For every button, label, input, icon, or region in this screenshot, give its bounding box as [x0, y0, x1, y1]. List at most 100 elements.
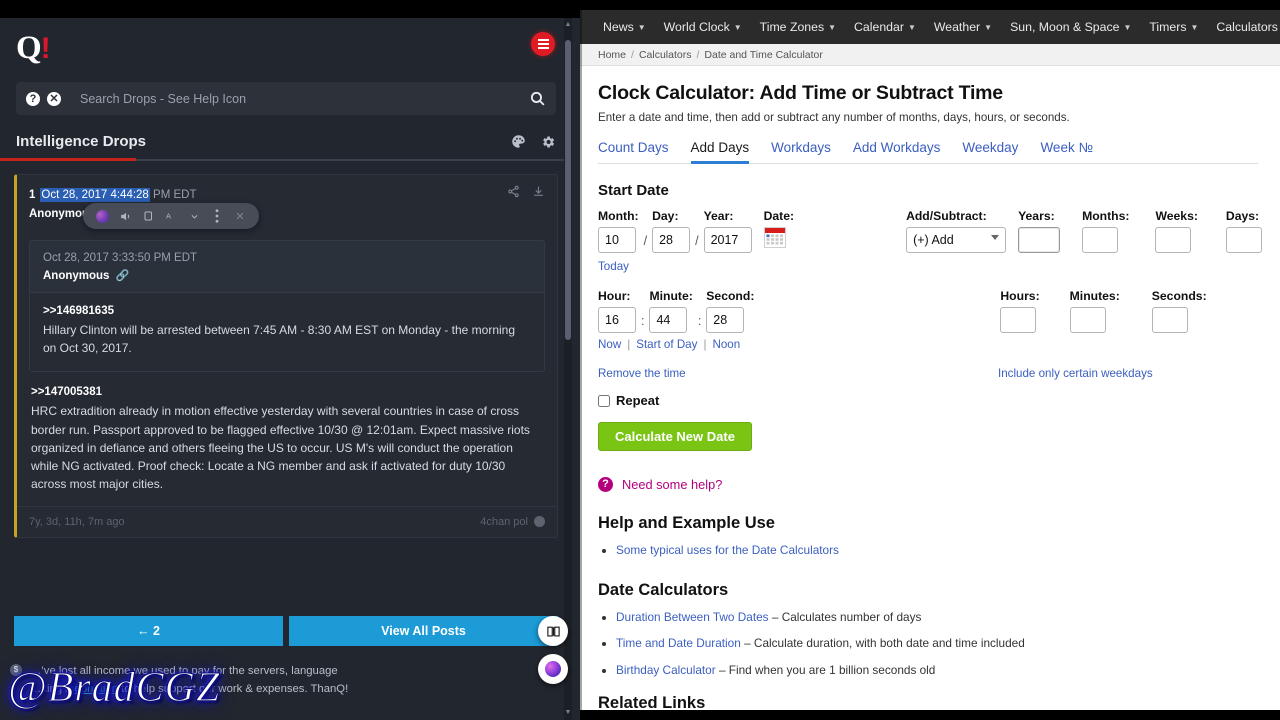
link-separator: |: [703, 338, 707, 351]
hours-input[interactable]: [1000, 307, 1037, 333]
search-bar[interactable]: ? ✕: [16, 82, 556, 115]
breadcrumb-separator: /: [696, 48, 700, 61]
view-all-posts-button[interactable]: View All Posts: [289, 616, 558, 646]
scrollbar-thumb[interactable]: [565, 40, 571, 340]
chevron-down-icon[interactable]: [184, 206, 204, 226]
years-input[interactable]: [1018, 227, 1061, 253]
more-vertical-icon[interactable]: [207, 206, 227, 226]
help-heading: Help and Example Use: [598, 514, 775, 532]
book-icon[interactable]: [538, 616, 568, 646]
days-label: Days:: [1225, 209, 1260, 223]
second-input[interactable]: [706, 307, 745, 333]
link-icon[interactable]: 🔗: [115, 269, 129, 282]
duration-between-two-dates-link[interactable]: Duration Between Two Dates: [616, 610, 769, 624]
chevron-down-icon: ▼: [1123, 22, 1132, 32]
repeat-row: Repeat: [598, 393, 1258, 408]
translate-icon[interactable]: A: [161, 206, 181, 226]
calculate-new-date-button[interactable]: Calculate New Date: [598, 422, 752, 451]
breadcrumb-item-current[interactable]: Date and Time Calculator: [704, 49, 822, 61]
year-label: Year:: [703, 209, 734, 223]
month-input[interactable]: [598, 227, 636, 253]
minute-input[interactable]: [649, 307, 688, 333]
calendar-icon[interactable]: [763, 227, 786, 248]
start-of-day-link[interactable]: Start of Day: [636, 338, 697, 351]
nav-item-news[interactable]: News ▼: [594, 20, 655, 34]
date-calculators-list: Duration Between Two Dates – Calculates …: [616, 609, 1258, 679]
day-group: Day:: [652, 209, 691, 253]
quoted-post: Oct 28, 2017 3:33:50 PM EDT Anonymous 🔗 …: [29, 240, 545, 373]
app-logo[interactable]: Q!: [16, 30, 51, 66]
download-icon[interactable]: [532, 185, 545, 198]
tab-week-number[interactable]: Week №: [1040, 140, 1115, 163]
scroll-up-arrow[interactable]: ▲: [564, 20, 572, 30]
gear-icon[interactable]: [540, 134, 556, 150]
chevron-down-icon: ▼: [984, 22, 993, 32]
post-body-text: HRC extradition already in motion effect…: [31, 404, 530, 492]
repeat-checkbox[interactable]: [598, 394, 610, 407]
hamburger-bar: [537, 43, 549, 45]
noon-link[interactable]: Noon: [712, 338, 740, 351]
hour-input[interactable]: [598, 307, 636, 333]
need-help-link[interactable]: Need some help?: [622, 477, 722, 492]
year-input[interactable]: [703, 227, 752, 253]
hamburger-menu-button[interactable]: [531, 32, 555, 56]
include-weekdays-link[interactable]: Include only certain weekdays: [998, 367, 1153, 380]
minute-group: Minute:: [649, 289, 693, 333]
selection-toolbar[interactable]: A: [83, 203, 259, 229]
drop-source[interactable]: 4chan pol: [480, 516, 545, 528]
share-icon[interactable]: [507, 185, 520, 198]
breadcrumb: Home / Calculators / Date and Time Calcu…: [580, 44, 1280, 66]
nav-item-sun-moon-space[interactable]: Sun, Moon & Space ▼: [1001, 20, 1140, 34]
drop-number: 1: [29, 189, 36, 201]
need-help-row[interactable]: ? Need some help?: [598, 477, 1258, 492]
time-and-date-duration-link[interactable]: Time and Date Duration: [616, 636, 741, 650]
tab-add-days[interactable]: Add Days: [690, 140, 772, 164]
brain-icon[interactable]: [538, 654, 568, 684]
remove-time-link[interactable]: Remove the time: [598, 367, 998, 380]
copy-icon[interactable]: [138, 206, 158, 226]
close-icon[interactable]: [230, 206, 250, 226]
days-input[interactable]: [1225, 227, 1262, 253]
add-subtract-select[interactable]: (+) Add (-) Subtract: [906, 227, 1007, 253]
date-separator: /: [643, 234, 648, 248]
scroll-down-arrow[interactable]: ▼: [564, 708, 572, 718]
tab-weekday[interactable]: Weekday: [962, 140, 1040, 163]
search-input[interactable]: [68, 91, 522, 106]
months-input[interactable]: [1082, 227, 1119, 253]
nav-item-timers[interactable]: Timers ▼: [1140, 20, 1207, 34]
tab-add-workdays[interactable]: Add Workdays: [853, 140, 963, 163]
list-item: Birthday Calculator – Find when you are …: [616, 662, 1258, 679]
speaker-icon[interactable]: [115, 206, 135, 226]
quote-reference-id: >>146981635: [43, 305, 114, 317]
palette-icon[interactable]: [511, 134, 526, 149]
minutes-input[interactable]: [1069, 307, 1106, 333]
weeks-input[interactable]: [1155, 227, 1192, 253]
nav-item-weather[interactable]: Weather ▼: [925, 20, 1001, 34]
now-link[interactable]: Now: [598, 338, 621, 351]
timeanddate-browser-panel: News ▼ World Clock ▼ Time Zones ▼ Calendar ▼…: [580, 10, 1280, 710]
breadcrumb-item-calculators[interactable]: Calculators: [639, 49, 692, 61]
typical-uses-link[interactable]: Some typical uses for the Date Calculato…: [616, 543, 839, 557]
breadcrumb-item-home[interactable]: Home: [598, 49, 626, 61]
nav-item-world-clock[interactable]: World Clock ▼: [655, 20, 751, 34]
date-picker-group: Date:: [763, 209, 794, 253]
help-icon[interactable]: ?: [26, 91, 40, 106]
tab-count-days[interactable]: Count Days: [598, 140, 691, 163]
nav-item-time-zones[interactable]: Time Zones ▼: [751, 20, 845, 34]
day-input[interactable]: [652, 227, 691, 253]
pagination-bar: ← 2 View All Posts: [14, 616, 558, 646]
nav-item-calculators[interactable]: Calculators▼: [1207, 20, 1280, 34]
logo-letter: Q: [16, 30, 42, 66]
birthday-calculator-link[interactable]: Birthday Calculator: [616, 663, 716, 677]
search-icon[interactable]: [529, 90, 546, 107]
second-label: Second:: [706, 289, 755, 303]
close-icon[interactable]: ✕: [47, 91, 61, 106]
brain-icon[interactable]: [92, 206, 112, 226]
left-panel-scrollbar[interactable]: ▲ ▼: [564, 18, 572, 720]
today-link[interactable]: Today: [598, 260, 629, 273]
previous-page-button[interactable]: ← 2: [14, 616, 283, 646]
nav-item-calendar[interactable]: Calendar ▼: [845, 20, 925, 34]
quote-body-text: Hillary Clinton will be arrested between…: [43, 323, 516, 356]
tab-workdays[interactable]: Workdays: [771, 140, 853, 163]
seconds-input[interactable]: [1151, 307, 1188, 333]
